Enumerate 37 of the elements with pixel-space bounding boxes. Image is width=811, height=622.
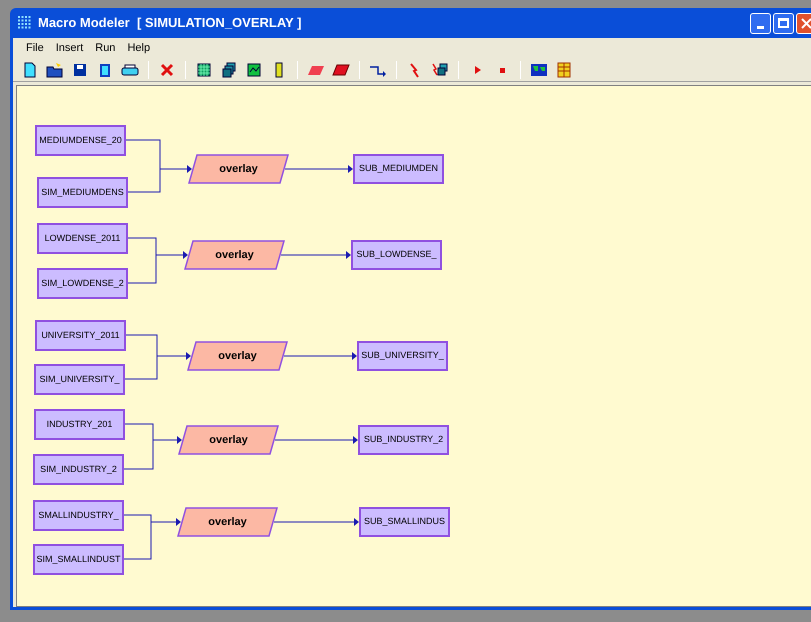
- connector: [128, 238, 188, 284]
- input-layer-node[interactable]: SIM_MEDIUMDENS: [37, 177, 128, 208]
- connector: [126, 140, 192, 192]
- menu-item[interactable]: File: [21, 40, 49, 56]
- input-layer-node[interactable]: SIM_UNIVERSITY_: [34, 364, 125, 395]
- connector: [124, 514, 181, 560]
- overlay-operation-node[interactable]: overlay: [187, 341, 288, 371]
- input-layer-node[interactable]: UNIVERSITY_2011: [35, 320, 126, 351]
- app-grid-icon: [18, 16, 32, 30]
- maximize-button[interactable]: [773, 12, 794, 34]
- overlay-operation-node[interactable]: overlay: [184, 240, 285, 270]
- input-layer-node[interactable]: INDUSTRY_201: [34, 409, 125, 440]
- menu-item[interactable]: Insert: [50, 40, 88, 56]
- overlay-operation-node[interactable]: overlay: [177, 507, 278, 537]
- menu-item[interactable]: Run: [90, 40, 120, 56]
- overlay-operation-node[interactable]: overlay: [178, 425, 279, 455]
- output-layer-node[interactable]: SUB_LOWDENSE_: [351, 240, 442, 270]
- input-layer-node[interactable]: MEDIUMDENSE_20: [35, 125, 126, 156]
- input-layer-node[interactable]: SIM_LOWDENSE_2: [37, 268, 128, 299]
- input-layer-node[interactable]: SMALLINDUSTRY_: [33, 500, 124, 531]
- window-title: Macro Modeler [ SIMULATION_OVERLAY ]: [38, 14, 302, 32]
- connector: [280, 251, 351, 259]
- output-layer-node[interactable]: SUB_UNIVERSITY_: [357, 341, 448, 371]
- input-layer-node[interactable]: SIM_SMALLINDUST: [33, 544, 124, 575]
- connector: [284, 165, 353, 173]
- overlay-operation-node[interactable]: overlay: [188, 154, 289, 184]
- connector: [124, 424, 182, 470]
- input-layer-node[interactable]: SIM_INDUSTRY_2: [33, 454, 124, 485]
- close-icon: [801, 18, 811, 28]
- connector: [124, 334, 191, 380]
- close-button[interactable]: [796, 12, 811, 34]
- output-layer-node[interactable]: SUB_MEDIUMDEN: [353, 154, 444, 184]
- output-layer-node[interactable]: SUB_INDUSTRY_2: [358, 425, 449, 455]
- input-layer-node[interactable]: LOWDENSE_2011: [37, 223, 128, 254]
- minimize-button[interactable]: [750, 12, 771, 34]
- output-layer-node[interactable]: SUB_SMALLINDUS: [359, 507, 450, 537]
- menu-item[interactable]: Help: [122, 40, 156, 56]
